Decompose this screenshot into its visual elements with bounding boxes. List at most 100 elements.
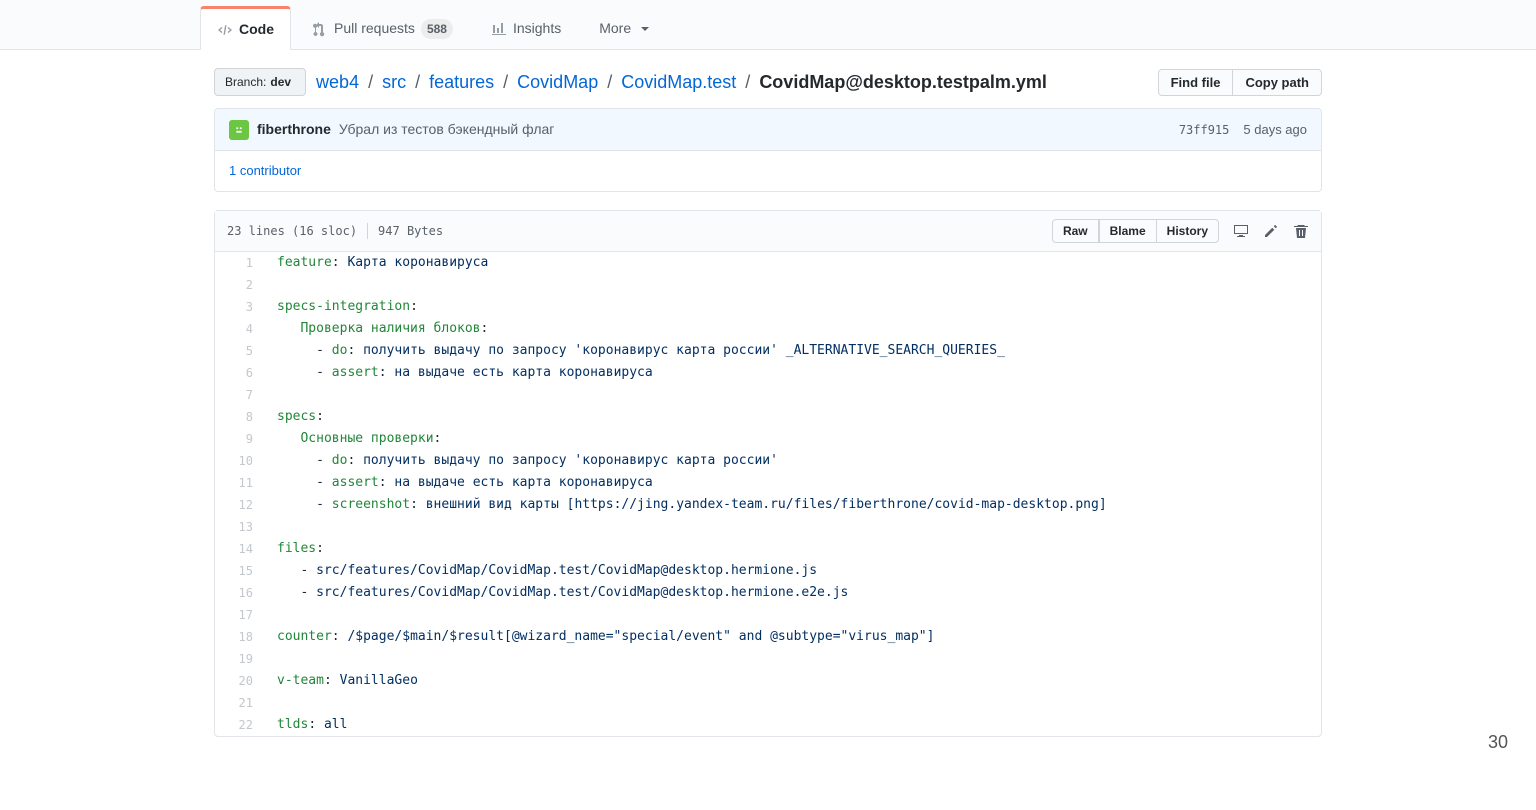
line-number[interactable]: 7 [215,384,265,406]
code-line: counter: /$page/$main/$result[@wizard_na… [265,626,1321,648]
code-line: - assert: на выдаче есть карта коронавир… [265,362,1321,384]
breadcrumb-separator: / [498,72,513,92]
contributors-link[interactable]: 1 contributor [229,163,301,178]
line-number[interactable]: 17 [215,604,265,626]
blame-button[interactable]: Blame [1099,219,1157,243]
line-number[interactable]: 2 [215,274,265,296]
git-pull-request-icon [312,21,328,37]
commit-time: 5 days ago [1243,120,1307,140]
line-number[interactable]: 11 [215,472,265,494]
chevron-down-icon [641,27,649,31]
code-box: 23 lines (16 sloc) 947 Bytes Raw Blame H… [214,210,1322,737]
breadcrumb-separator: / [602,72,617,92]
line-count: 23 lines (16 sloc) [227,222,357,240]
pulls-count-badge: 588 [421,19,453,39]
line-number[interactable]: 18 [215,626,265,648]
repo-tabnav: Code Pull requests 588 Insights More [0,0,1536,50]
tab-more-label: More [599,18,631,39]
copy-path-button[interactable]: Copy path [1232,69,1322,96]
trash-icon[interactable] [1293,223,1309,239]
line-number[interactable]: 4 [215,318,265,340]
code-line [265,274,1321,296]
code-line [265,384,1321,406]
tab-pull-requests[interactable]: Pull requests 588 [295,7,470,49]
code-line: v-team: VanillaGeo [265,670,1321,692]
file-stats: 23 lines (16 sloc) 947 Bytes [227,222,443,240]
commit-author[interactable]: fiberthrone [257,119,331,140]
line-number[interactable]: 10 [215,450,265,472]
line-number[interactable]: 3 [215,296,265,318]
code-line: specs: [265,406,1321,428]
divider [367,223,368,239]
commit-sha[interactable]: 73ff915 [1179,121,1230,139]
code-line: feature: Карта коронавируса [265,252,1321,274]
line-number[interactable]: 14 [215,538,265,560]
code-line [265,692,1321,714]
line-number[interactable]: 16 [215,582,265,604]
code-line [265,516,1321,538]
breadcrumb-part[interactable]: web4 [316,72,359,92]
line-number[interactable]: 15 [215,560,265,582]
code-toolbar: 23 lines (16 sloc) 947 Bytes Raw Blame H… [215,211,1321,252]
line-number[interactable]: 13 [215,516,265,538]
tab-insights-label: Insights [513,18,561,39]
breadcrumb-separator: / [740,72,755,92]
desktop-icon[interactable] [1233,223,1249,239]
code-view-buttons: Raw Blame History [1052,219,1219,243]
file-header: Branch: dev web4 / src / features / Covi… [214,50,1322,108]
line-number[interactable]: 22 [215,714,265,736]
line-number[interactable]: 21 [215,692,265,714]
line-number[interactable]: 5 [215,340,265,362]
tab-pulls-label: Pull requests [334,18,415,39]
code-line: specs-integration: [265,296,1321,318]
line-number[interactable]: 8 [215,406,265,428]
code-line: tlds: all [265,714,1321,736]
code-line: - assert: на выдаче есть карта коронавир… [265,472,1321,494]
breadcrumb-separator: / [410,72,425,92]
branch-select-button[interactable]: Branch: dev [214,68,306,96]
line-number[interactable]: 19 [215,648,265,670]
breadcrumb: web4 / src / features / CovidMap / Covid… [316,69,1047,96]
tab-code-label: Code [239,19,274,40]
line-number[interactable]: 1 [215,252,265,274]
tab-insights[interactable]: Insights [474,7,578,49]
breadcrumb-part[interactable]: CovidMap [517,72,598,92]
find-file-button[interactable]: Find file [1158,69,1234,96]
line-number[interactable]: 9 [215,428,265,450]
tab-code[interactable]: Code [200,6,291,50]
breadcrumb-part[interactable]: src [382,72,406,92]
code-line: - do: получить выдачу по запросу 'корона… [265,450,1321,472]
commit-box: fiberthrone Убрал из тестов бэкендный фл… [214,108,1322,192]
contributors-row: 1 contributor [215,151,1321,191]
breadcrumb-final: CovidMap@desktop.testpalm.yml [759,72,1047,92]
branch-label: Branch: [225,73,266,91]
code-line [265,604,1321,626]
breadcrumb-part[interactable]: features [429,72,494,92]
branch-name: dev [270,73,291,91]
code-content: 1feature: Карта коронавируса2 3specs-int… [215,252,1321,736]
breadcrumb-part[interactable]: CovidMap.test [621,72,736,92]
avatar[interactable] [229,120,249,140]
code-line: - do: получить выдачу по запросу 'корона… [265,340,1321,362]
code-line: - src/features/CovidMap/CovidMap.test/Co… [265,582,1321,604]
line-number[interactable]: 12 [215,494,265,516]
history-button[interactable]: History [1156,219,1219,243]
file-actions: Find file Copy path [1158,69,1322,96]
code-line: - src/features/CovidMap/CovidMap.test/Co… [265,560,1321,582]
line-number[interactable]: 6 [215,362,265,384]
code-line: files: [265,538,1321,560]
code-icon [217,22,233,38]
line-number[interactable]: 20 [215,670,265,692]
code-line [265,648,1321,670]
pencil-icon[interactable] [1263,223,1279,239]
commit-message[interactable]: Убрал из тестов бэкендный флаг [339,119,555,140]
raw-button[interactable]: Raw [1052,219,1099,243]
code-line: Проверка наличия блоков: [265,318,1321,340]
code-line: - screenshot: внешний вид карты [https:/… [265,494,1321,516]
tab-more[interactable]: More [582,7,666,49]
latest-commit-row: fiberthrone Убрал из тестов бэкендный фл… [215,109,1321,151]
slide-page-number: 30 [1488,729,1508,756]
breadcrumb-separator: / [363,72,378,92]
code-line: Основные проверки: [265,428,1321,450]
graph-icon [491,21,507,37]
